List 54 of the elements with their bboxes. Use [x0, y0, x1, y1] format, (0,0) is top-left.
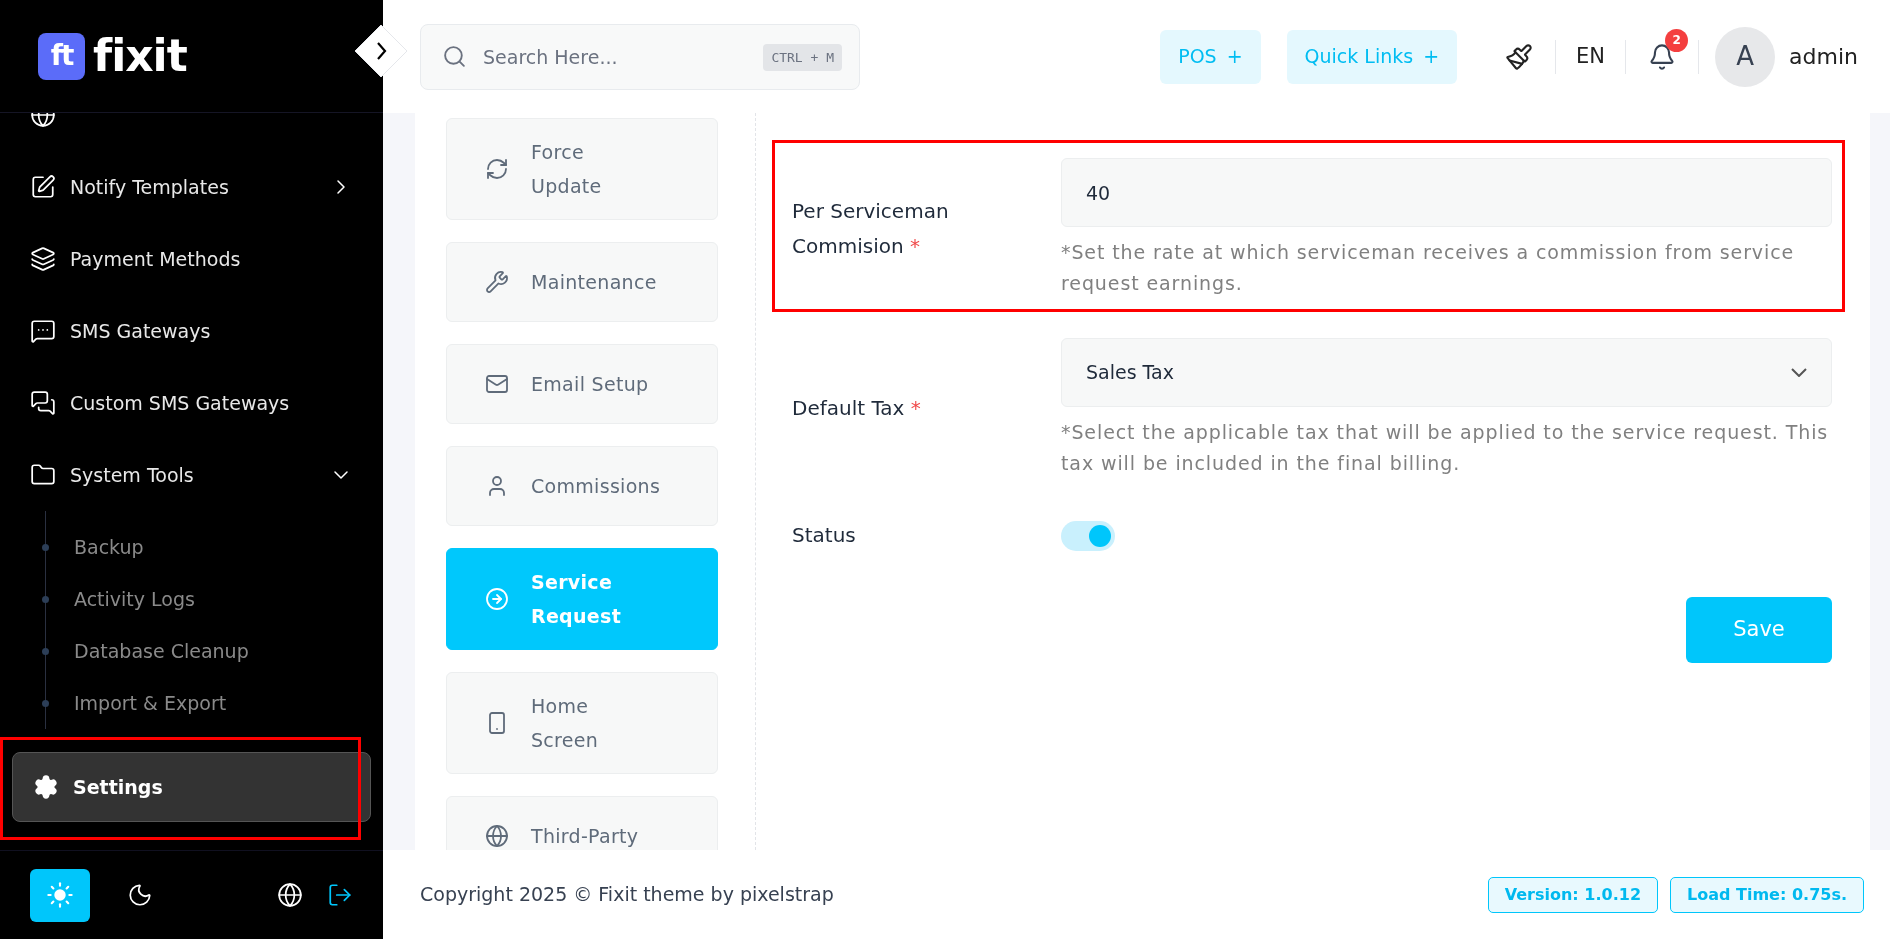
settings-icon — [33, 774, 59, 800]
logout-button[interactable] — [327, 882, 353, 908]
settings-tab[interactable]: Force Update — [446, 118, 718, 220]
refresh-icon — [485, 157, 509, 181]
settings-tab[interactable]: Commissions — [446, 446, 718, 526]
mail-icon — [485, 372, 509, 396]
moon-icon — [127, 882, 153, 908]
bell-icon — [1648, 42, 1677, 71]
sidebar-item[interactable]: Notify Templates — [0, 151, 383, 223]
notification-badge: 2 — [1665, 28, 1689, 52]
field-label: Status — [792, 522, 857, 549]
sidebar-item[interactable]: Payment Methods — [0, 223, 383, 295]
layers-icon — [30, 246, 56, 272]
brush-icon — [1505, 42, 1534, 71]
copyright-text: Copyright 2025 © Fixit theme by pixelstrap — [420, 882, 834, 908]
globe-icon — [485, 824, 509, 848]
folder-icon — [30, 462, 56, 488]
language-button[interactable] — [277, 882, 303, 908]
sidebar-item[interactable]: SMS Gateways — [0, 295, 383, 367]
chat-icon — [30, 318, 56, 344]
edit-icon — [30, 174, 56, 200]
logo-mark: ft — [38, 32, 85, 80]
sidebar-toggle-button[interactable] — [354, 24, 408, 78]
field-label: Per Serviceman Commision * — [792, 197, 950, 260]
status-toggle[interactable] — [1061, 520, 1115, 551]
search-icon — [442, 43, 467, 69]
settings-tab[interactable]: Email Setup — [446, 344, 718, 424]
field-hint: *Select the applicable tax that will be applied to the service request. This tax will be included in the final billing. — [1061, 420, 1830, 476]
settings-tab[interactable]: Third-Party — [446, 796, 718, 850]
notifications-button[interactable]: 2 — [1626, 28, 1699, 85]
light-mode-button[interactable] — [30, 868, 90, 922]
user-avatar[interactable]: A — [1715, 26, 1776, 87]
commission-field[interactable]: 40 — [1061, 158, 1832, 227]
sidebar-item[interactable]: System Tools — [0, 439, 383, 511]
tools-icon — [485, 270, 509, 294]
chats-icon — [30, 390, 56, 416]
sidebar-item[interactable]: Settings — [12, 752, 371, 822]
sun-icon — [46, 881, 74, 909]
user-name: admin — [1789, 43, 1858, 71]
shortcut-hint: CTRL + M — [763, 43, 842, 71]
globe-icon — [277, 882, 303, 908]
tax-select[interactable]: Sales Tax — [1061, 338, 1832, 407]
chevron-down-icon — [1791, 368, 1807, 377]
logout-icon — [327, 882, 353, 908]
brand-name: fixit — [93, 29, 187, 83]
settings-tab[interactable]: Home Screen — [446, 672, 718, 774]
language-button[interactable]: EN — [1556, 40, 1626, 73]
arrow-circle-icon — [485, 587, 509, 611]
sidebar-item[interactable]: Custom SMS Gateways — [0, 367, 383, 439]
field-label: Default Tax * — [792, 395, 922, 422]
version-badge: Version: 1.0.12 — [1487, 876, 1658, 913]
settings-tab[interactable]: Maintenance — [446, 242, 718, 322]
load-time-badge: Load Time: 0.75s. — [1670, 876, 1864, 913]
field-hint: *Set the rate at which serviceman receives a commission from service request earnings. — [1061, 240, 1796, 296]
